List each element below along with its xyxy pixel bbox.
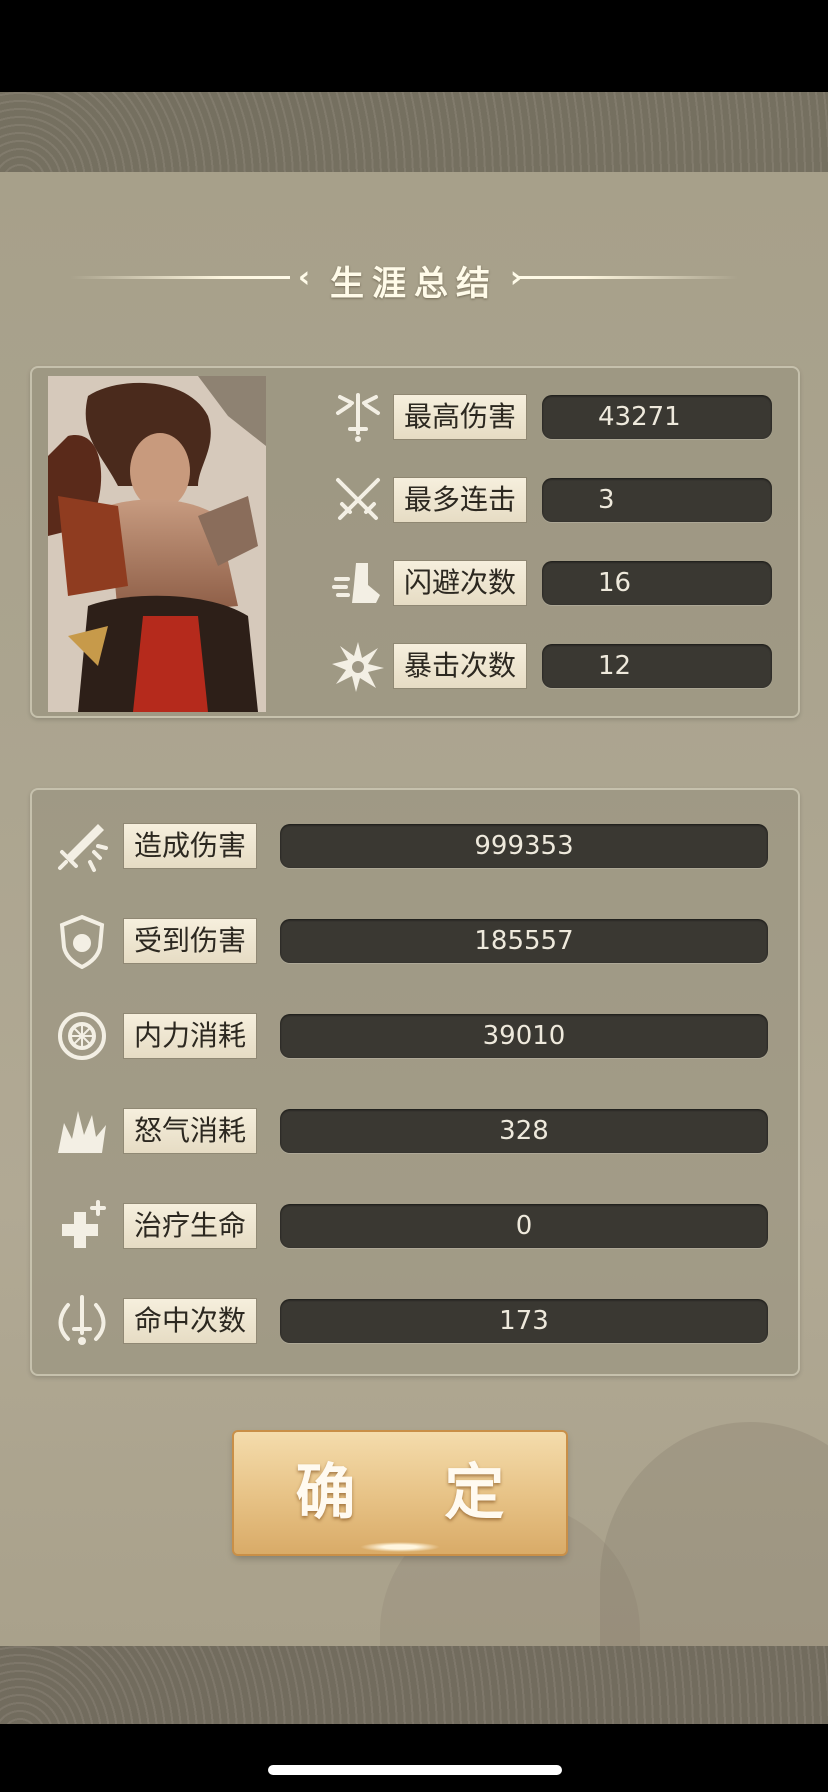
stat-label: 治疗生命: [124, 1204, 256, 1248]
stat-row: 闪避次数 16: [330, 561, 774, 607]
stat-row: 最多连击 3: [330, 478, 774, 524]
stat-row: 暴击次数 12: [330, 642, 774, 692]
crossed-swords-icon: [330, 472, 386, 528]
stat-label: 受到伤害: [124, 919, 256, 963]
title-divider-right: [518, 276, 738, 279]
sword-burst-icon: [330, 389, 386, 445]
stat-label: 最高伤害: [394, 395, 526, 439]
shield-icon: [54, 913, 110, 970]
stat-row: 命中次数 173: [54, 1295, 770, 1345]
home-indicator[interactable]: [268, 1765, 562, 1775]
stat-row: 治疗生命 0: [54, 1200, 770, 1250]
stat-value: 39010: [280, 1014, 768, 1058]
stat-label: 命中次数: [124, 1299, 256, 1343]
chevron-left-icon: ‹: [297, 260, 311, 295]
button-ornament: [360, 1542, 440, 1552]
status-bar: [0, 0, 828, 92]
dodge-boot-icon: [330, 555, 386, 611]
stat-label: 造成伤害: [124, 824, 256, 868]
header-band: [0, 92, 828, 172]
critical-burst-icon: [330, 638, 386, 694]
confirm-button-label: 确 定: [295, 1458, 539, 1528]
stat-label: 最多连击: [394, 478, 526, 522]
stat-value: 328: [280, 1109, 768, 1153]
stat-label: 内力消耗: [124, 1014, 256, 1058]
stat-value: 173: [280, 1299, 768, 1343]
stat-row: 受到伤害 185557: [54, 914, 770, 970]
stat-value: 43271: [542, 395, 772, 439]
stat-value: 0: [280, 1204, 768, 1248]
page-title: 生涯总结: [330, 264, 498, 304]
stat-row: 最高伤害 43271: [330, 393, 774, 442]
stat-value: 12: [542, 644, 772, 688]
rage-burst-icon: [54, 1103, 110, 1159]
energy-ring-icon: [54, 1008, 110, 1064]
stat-row: 造成伤害 999353: [54, 824, 770, 872]
title-bar: ‹ 生涯总结 ›: [0, 250, 828, 306]
stat-value: 16: [542, 561, 772, 605]
hero-portrait: [48, 376, 266, 712]
title-divider-left: [70, 276, 290, 279]
stat-label: 怒气消耗: [124, 1109, 256, 1153]
hit-target-icon: [54, 1293, 110, 1349]
stat-label: 暴击次数: [394, 644, 526, 688]
stat-row: 内力消耗 39010: [54, 1012, 770, 1060]
sword-slash-icon: [54, 818, 110, 874]
stat-label: 闪避次数: [394, 561, 526, 605]
heal-plus-icon: [54, 1198, 110, 1254]
confirm-button[interactable]: 确 定: [234, 1432, 566, 1554]
home-bar-area: [0, 1724, 828, 1792]
stat-row: 怒气消耗 328: [54, 1109, 770, 1155]
stat-value: 3: [542, 478, 772, 522]
total-stats-box: [30, 788, 800, 1376]
stat-value: 185557: [280, 919, 768, 963]
stat-value: 999353: [280, 824, 768, 868]
footer-band: [0, 1646, 828, 1724]
